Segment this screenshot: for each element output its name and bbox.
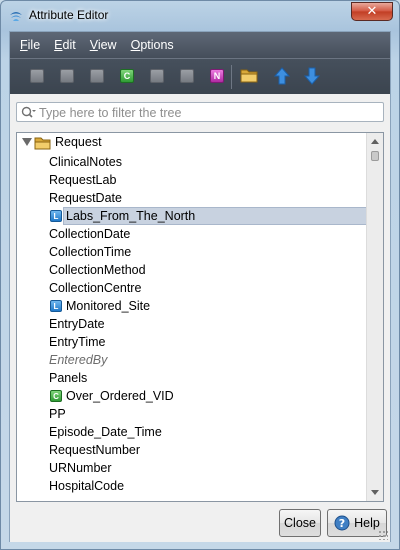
linked-attribute-icon: L: [50, 300, 62, 312]
tree-node-label: CollectionDate: [49, 227, 131, 241]
tree-node[interactable]: CollectionDate: [49, 225, 369, 243]
search-icon: [21, 106, 36, 118]
scroll-down-icon[interactable]: [371, 490, 379, 495]
toolbar-button-6[interactable]: [180, 69, 194, 83]
tree-node-label: Monitored_Site: [66, 299, 151, 313]
toolbar-button-5[interactable]: [150, 69, 164, 83]
tree-node-label: CollectionTime: [49, 245, 132, 259]
tree-node-label: Over_Ordered_VID: [66, 389, 174, 403]
window-title: Attribute Editor: [29, 8, 109, 22]
help-button-label: Help: [354, 516, 380, 530]
toolbar-separator: [231, 65, 232, 89]
tree-scrollbar[interactable]: [366, 133, 383, 501]
tree-node[interactable]: RequestNumber: [49, 441, 369, 459]
tree-node-label: Episode_Date_Time: [49, 425, 162, 439]
title-bar[interactable]: Attribute Editor ✕: [1, 1, 399, 29]
tree-node[interactable]: CollectionMethod: [49, 261, 369, 279]
tree-node[interactable]: C Over_Ordered_VID: [49, 387, 369, 405]
menu-edit[interactable]: Edit: [47, 38, 83, 52]
tree-node-label: URNumber: [49, 461, 112, 475]
tree-node-label: RequestNumber: [49, 443, 141, 457]
dialog-client-area: File Edit View Options C N Type here to …: [9, 31, 391, 542]
close-button-label: Close: [284, 516, 316, 530]
tree-node-label: EnteredBy: [49, 353, 108, 367]
attribute-editor-window: Attribute Editor ✕ File Edit View Option…: [0, 0, 400, 550]
tree-node[interactable]: L Monitored_Site: [49, 297, 369, 315]
folder-icon: [34, 137, 51, 150]
tree-node[interactable]: CollectionCentre: [49, 279, 369, 297]
tree-node-label: EntryDate: [49, 317, 105, 331]
tree-node[interactable]: EnteredBy: [49, 351, 369, 369]
button-bar: Close ? Help: [10, 504, 390, 542]
filter-bar: Type here to filter the tree: [10, 94, 390, 128]
menu-options[interactable]: Options: [124, 38, 181, 52]
tree-node[interactable]: URNumber: [49, 459, 369, 477]
move-down-icon[interactable]: [304, 67, 320, 85]
menu-file[interactable]: File: [13, 38, 47, 52]
tree-node-label: ClinicalNotes: [49, 155, 122, 169]
tree-node[interactable]: RequestDate: [49, 189, 369, 207]
linked-attribute-icon: L: [50, 210, 62, 222]
tree-node[interactable]: PP: [49, 405, 369, 423]
attribute-tree[interactable]: Request ClinicalNotes RequestLab RequestDa…: [16, 132, 384, 502]
tree-node[interactable]: ClinicalNotes: [49, 153, 369, 171]
move-up-icon[interactable]: [274, 67, 290, 85]
collapse-icon[interactable]: [22, 138, 32, 146]
toolbar-button-1[interactable]: [30, 69, 44, 83]
menu-view[interactable]: View: [83, 38, 124, 52]
filter-tree-input[interactable]: Type here to filter the tree: [16, 102, 384, 122]
toolbar-add-calculated-button[interactable]: C: [120, 69, 134, 83]
tree-node-label: CollectionMethod: [49, 263, 146, 277]
tree-node-label: Labs_From_The_North: [66, 209, 196, 223]
tree-node-label: PP: [49, 407, 66, 421]
tree-node[interactable]: Panels: [49, 369, 369, 387]
svg-text:?: ?: [339, 517, 345, 530]
scrollbar-thumb[interactable]: [371, 151, 379, 161]
help-icon: ?: [334, 515, 350, 531]
scroll-up-icon[interactable]: [371, 139, 379, 144]
tree-node-label: Panels: [49, 371, 88, 385]
tree-node[interactable]: HospitalCode: [49, 477, 369, 495]
toolbar-button-3[interactable]: [90, 69, 104, 83]
tree-node-label: RequestDate: [49, 191, 122, 205]
calculated-attribute-icon: C: [50, 390, 62, 402]
menu-bar: File Edit View Options: [10, 32, 390, 58]
window-close-button[interactable]: ✕: [351, 2, 393, 21]
toolbar-add-new-button[interactable]: N: [210, 69, 224, 83]
tree-node-label: CollectionCentre: [49, 281, 142, 295]
tree-node-label: HospitalCode: [49, 479, 125, 493]
tree-node[interactable]: Episode_Date_Time: [49, 423, 369, 441]
tree-root-request[interactable]: Request: [55, 135, 102, 149]
close-icon: ✕: [366, 4, 378, 19]
tree-node[interactable]: RequestLab: [49, 171, 369, 189]
folder-icon[interactable]: [240, 67, 258, 83]
tree-node[interactable]: EntryTime: [49, 333, 369, 351]
filter-placeholder: Type here to filter the tree: [39, 106, 182, 120]
tree-node-label: EntryTime: [49, 335, 106, 349]
resize-grip[interactable]: [378, 530, 388, 540]
close-button[interactable]: Close: [279, 509, 321, 537]
toolbar: C N: [10, 58, 390, 94]
tree-node-label: RequestLab: [49, 173, 117, 187]
app-icon: [10, 12, 22, 21]
tree-node[interactable]: CollectionTime: [49, 243, 369, 261]
tree-node[interactable]: EntryDate: [49, 315, 369, 333]
toolbar-button-2[interactable]: [60, 69, 74, 83]
tree-node[interactable]: L Labs_From_The_North: [49, 207, 369, 225]
